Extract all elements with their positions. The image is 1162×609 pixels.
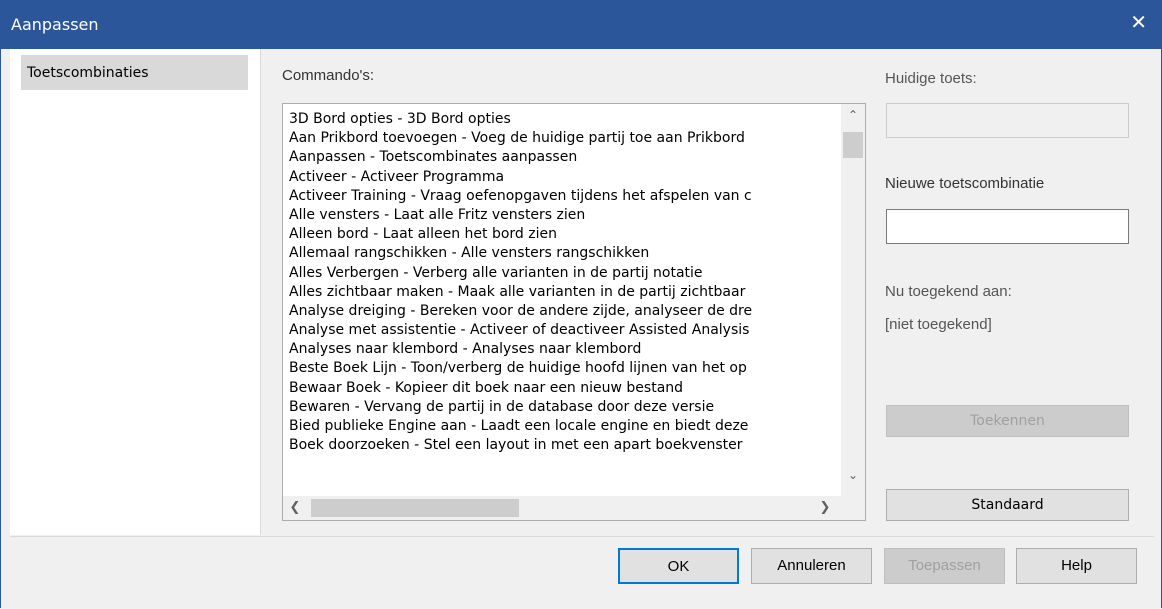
commands-listbox[interactable]: 3D Bord opties - 3D Bord opties Aan Prik… (282, 103, 866, 521)
chevron-down-icon[interactable]: ⌄ (841, 468, 865, 482)
current-key-label: Huidige toets: (885, 70, 977, 87)
list-item[interactable]: Alles Verbergen - Verberg alle varianten… (289, 264, 841, 283)
list-item[interactable]: Analyse dreiging - Bereken voor de ander… (289, 302, 841, 321)
horizontal-scroll-thumb[interactable] (311, 499, 519, 517)
commands-list: 3D Bord opties - 3D Bord opties Aan Prik… (289, 110, 841, 455)
list-item[interactable]: Aan Prikbord toevoegen - Voeg de huidige… (289, 129, 841, 148)
vertical-scrollbar[interactable]: ⌃ ⌄ (841, 104, 865, 496)
list-item[interactable]: Activeer Training - Vraag oefenopgaven t… (289, 187, 841, 206)
commands-label: Commando's: (282, 67, 375, 84)
horizontal-scrollbar[interactable]: ❮ ❯ (283, 496, 841, 520)
nav-item-toetscombinaties[interactable]: Toetscombinaties (21, 55, 248, 90)
dialog-window: Aanpassen ✕ Toetscombinaties Commando's:… (0, 0, 1162, 609)
list-item[interactable]: Analyse met assistentie - Activeer of de… (289, 321, 841, 340)
list-item[interactable]: Bied publieke Engine aan - Laadt een loc… (289, 417, 841, 436)
scrollbar-corner (841, 496, 865, 520)
vertical-scroll-thumb[interactable] (843, 132, 863, 158)
window-title: Aanpassen (11, 15, 99, 34)
assign-button[interactable]: Toekennen (886, 405, 1129, 437)
new-key-input[interactable] (886, 209, 1129, 244)
chevron-left-icon[interactable]: ❮ (285, 500, 305, 515)
list-item[interactable]: Beste Boek Lijn - Toon/verberg de huidig… (289, 359, 841, 378)
category-panel: Toetscombinaties (10, 49, 261, 535)
help-button[interactable]: Help (1016, 548, 1137, 584)
list-item[interactable]: Boek doorzoeken - Stel een layout in met… (289, 436, 841, 455)
close-icon[interactable]: ✕ (1130, 10, 1147, 34)
assigned-value: [niet toegekend] (885, 316, 992, 333)
nav-item-label: Toetscombinaties (27, 65, 149, 81)
ok-button[interactable]: OK (618, 548, 739, 584)
list-item[interactable]: Alleen bord - Laat alleen het bord zien (289, 225, 841, 244)
list-item[interactable]: Bewaren - Vervang de partij in de databa… (289, 398, 841, 417)
list-item[interactable]: Alles zichtbaar maken - Maak alle varian… (289, 283, 841, 302)
list-item[interactable]: Activeer - Activeer Programma (289, 168, 841, 187)
list-item[interactable]: Alle vensters - Laat alle Fritz vensters… (289, 206, 841, 225)
list-item[interactable]: Analyses naar klembord - Analyses naar k… (289, 340, 841, 359)
default-button[interactable]: Standaard (886, 489, 1129, 521)
title-bar[interactable]: Aanpassen ✕ (1, 0, 1162, 49)
list-item[interactable]: Allemaal rangschikken - Alle vensters ra… (289, 244, 841, 263)
list-item[interactable]: Bewaar Boek - Kopieer dit boek naar een … (289, 379, 841, 398)
cancel-button[interactable]: Annuleren (751, 548, 872, 584)
chevron-up-icon[interactable]: ⌃ (841, 108, 865, 122)
apply-button[interactable]: Toepassen (884, 548, 1005, 584)
new-key-label: Nieuwe toetscombinatie (885, 175, 1045, 192)
current-key-field (886, 103, 1129, 138)
list-item[interactable]: 3D Bord opties - 3D Bord opties (289, 110, 841, 129)
assigned-label: Nu toegekend aan: (885, 283, 1012, 300)
list-item[interactable]: Aanpassen - Toetscombinates aanpassen (289, 148, 841, 167)
chevron-right-icon[interactable]: ❯ (815, 500, 835, 515)
